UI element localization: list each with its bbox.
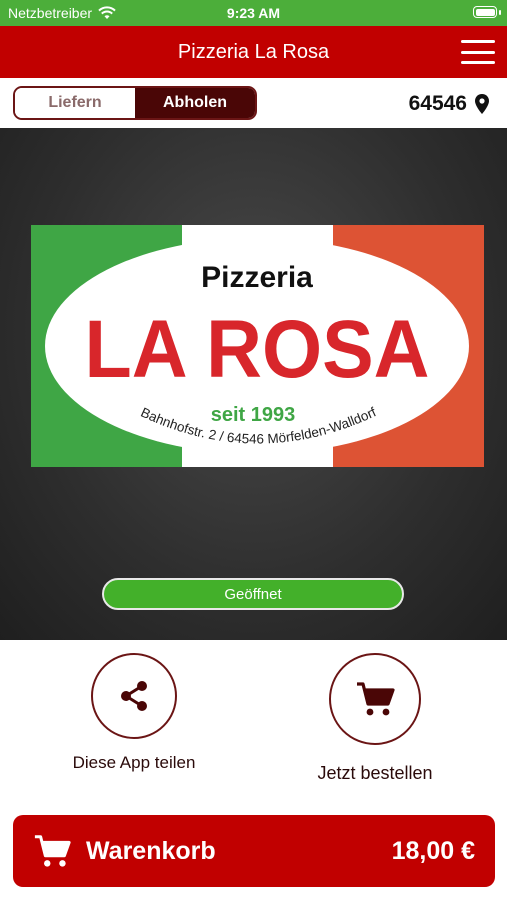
shopping-cart-icon: [357, 682, 395, 716]
order-now-label: Jetzt bestellen: [317, 763, 433, 783]
actions-section: Diese App teilen Jetzt bestellen: [0, 640, 507, 810]
location-selector[interactable]: 64546: [409, 92, 489, 116]
cart-icon: [34, 835, 71, 867]
order-now-button[interactable]: Jetzt bestellen: [275, 653, 475, 784]
mode-bar: Liefern Abholen 64546: [0, 78, 507, 128]
zip-code: 64546: [408, 92, 467, 115]
order-circle[interactable]: [329, 653, 421, 745]
tab-pickup[interactable]: Abholen: [135, 88, 255, 118]
share-app-label: Diese App teilen: [72, 753, 196, 772]
clock: 9:23 AM: [226, 5, 281, 21]
restaurant-logo: Pizzeria LA ROSA seit 1993 Bahnhofstr. 2…: [31, 225, 484, 467]
hamburger-menu-icon[interactable]: [461, 40, 495, 64]
logo-name: LA ROSA: [85, 304, 430, 395]
page-title: Pizzeria La Rosa: [177, 41, 330, 63]
share-icon: [121, 681, 147, 711]
app-bar: Pizzeria La Rosa: [0, 26, 507, 78]
open-status-button[interactable]: Geöffnet: [102, 578, 404, 610]
logo-line1: Pizzeria: [201, 261, 313, 294]
hero-banner: Pizzeria LA ROSA seit 1993 Bahnhofstr. 2…: [0, 128, 507, 640]
cart-label: Warenkorb: [86, 837, 216, 865]
cart-button[interactable]: Warenkorb 18,00 €: [13, 815, 495, 887]
tab-deliver[interactable]: Liefern: [15, 88, 135, 118]
logo-since: seit 1993: [211, 404, 296, 426]
delivery-mode-toggle[interactable]: Liefern Abholen: [13, 86, 257, 120]
status-bar: Netzbetreiber 9:23 AM: [0, 0, 507, 26]
location-pin-icon: [475, 94, 489, 114]
battery-icon: [473, 6, 497, 18]
battery-tip: [499, 10, 501, 15]
cart-total: 18,00 €: [391, 837, 475, 865]
share-circle[interactable]: [91, 653, 177, 739]
share-app-button[interactable]: Diese App teilen: [34, 653, 234, 773]
